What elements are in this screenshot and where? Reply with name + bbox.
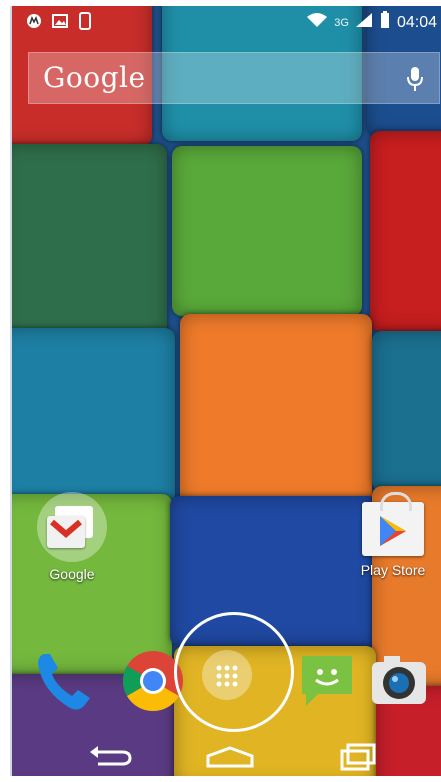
- messaging-app[interactable]: [292, 646, 362, 716]
- home-screen: 3G 04:04 Google Google Play Store: [10, 6, 441, 776]
- back-icon: [90, 746, 132, 766]
- recents-icon: [340, 743, 376, 771]
- phone-icon: [38, 654, 90, 710]
- google-logo-text: Google: [43, 61, 146, 94]
- drawer-highlight-ring: [174, 612, 294, 732]
- back-button[interactable]: [86, 744, 134, 770]
- home-icon: [206, 746, 254, 768]
- phone-app[interactable]: [32, 646, 102, 716]
- signal-icon: [355, 12, 373, 33]
- motorola-icon: [26, 13, 42, 34]
- google-search-bar[interactable]: Google: [28, 52, 440, 104]
- recents-button[interactable]: [332, 742, 388, 772]
- device-frame: 3G 04:04 Google Google Play Store: [0, 0, 441, 782]
- play-store-icon: [362, 492, 424, 558]
- wifi-icon: [306, 12, 328, 33]
- messaging-icon: [302, 656, 352, 706]
- home-button[interactable]: [202, 744, 258, 770]
- play-store-app[interactable]: Play Store: [348, 492, 438, 578]
- google-folder[interactable]: Google: [27, 492, 117, 582]
- google-folder-icon: [37, 492, 107, 562]
- google-folder-label: Google: [49, 566, 95, 582]
- camera-icon: [372, 656, 426, 704]
- play-store-label: Play Store: [360, 562, 426, 578]
- camera-app[interactable]: [364, 646, 434, 716]
- battery-icon: [379, 11, 391, 34]
- image-icon: [52, 13, 68, 34]
- status-time: 04:04: [396, 13, 437, 31]
- network-label: 3G: [334, 16, 349, 29]
- mic-icon[interactable]: [405, 65, 425, 98]
- phone-outline-icon: [78, 12, 92, 35]
- status-bar: 3G 04:04: [12, 6, 441, 36]
- navigation-bar: [12, 736, 441, 776]
